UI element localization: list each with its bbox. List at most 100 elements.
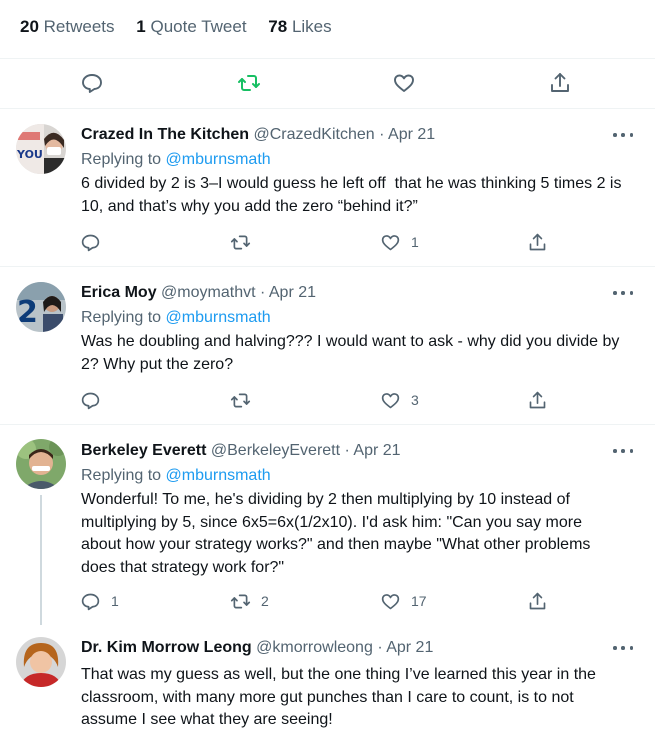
- avatar[interactable]: YOU: [16, 124, 66, 174]
- tweet-text: That was my guess as well, but the one t…: [81, 666, 601, 729]
- reply-icon: [82, 74, 102, 93]
- reply-icon: [81, 392, 100, 409]
- retweet-button[interactable]: [236, 70, 262, 96]
- separator-dot: ·: [379, 126, 385, 143]
- avatar[interactable]: [16, 439, 66, 489]
- avatar-image: [16, 439, 66, 489]
- thread-connector: [40, 495, 42, 625]
- retweet-button[interactable]: [230, 388, 261, 412]
- tweet-header: Dr. Kim Morrow Leong @kmorrowleong · Apr…: [81, 639, 433, 657]
- like-count: 3: [411, 392, 419, 408]
- retweets-stat[interactable]: 20 Retweets: [20, 17, 115, 37]
- share-button[interactable]: [527, 388, 548, 412]
- quotes-stat[interactable]: 1 Quote Tweet: [136, 17, 246, 37]
- retweet-icon: [230, 594, 251, 608]
- separator-dot: ·: [377, 639, 383, 656]
- display-name[interactable]: Dr. Kim Morrow Leong: [81, 639, 252, 656]
- replying-to: Replying to @mburnsmath: [81, 309, 271, 327]
- reply-button[interactable]: [79, 70, 105, 96]
- reply-icon: [81, 593, 100, 610]
- replying-to: Replying to @mburnsmath: [81, 151, 271, 169]
- likes-label: Likes: [291, 17, 332, 36]
- retweet-icon: [238, 75, 260, 91]
- avatar[interactable]: [16, 637, 66, 687]
- engagement-stats: 20 Retweets 1 Quote Tweet 78 Likes: [20, 17, 349, 37]
- retweet-button[interactable]: [230, 230, 261, 254]
- user-handle[interactable]: @BerkeleyEverett: [211, 442, 340, 459]
- reply-button[interactable]: [80, 230, 111, 254]
- replying-label: Replying to: [81, 151, 162, 168]
- share-icon: [529, 592, 546, 609]
- like-button[interactable]: 17: [380, 589, 427, 613]
- reply-tweet[interactable]: 2 Erica Moy @moymathvt · Apr 21 Replying…: [0, 267, 655, 423]
- like-button[interactable]: 3: [380, 388, 419, 412]
- share-button[interactable]: [547, 70, 573, 96]
- avatar-image: [16, 637, 66, 687]
- heart-icon: [381, 593, 400, 609]
- replying-to-link[interactable]: @mburnsmath: [166, 309, 271, 326]
- main-tweet-actions: [0, 59, 655, 107]
- reply-button[interactable]: 1: [80, 589, 119, 613]
- share-icon: [529, 233, 546, 250]
- heart-icon: [381, 234, 400, 250]
- reply-tweet[interactable]: YOU Crazed In The Kitchen @CrazedKitchen…: [0, 109, 655, 265]
- replying-label: Replying to: [81, 467, 162, 484]
- reply-tweet[interactable]: Berkeley Everett @BerkeleyEverett · Apr …: [0, 425, 655, 625]
- more-options-icon: [613, 133, 617, 137]
- tweet-text: 6 divided by 2 is 3–I would guess he lef…: [81, 175, 626, 215]
- likes-count: 78: [268, 17, 288, 36]
- like-button[interactable]: 1: [380, 230, 419, 254]
- avatar-image: YOU: [16, 124, 66, 174]
- like-button[interactable]: [391, 70, 417, 96]
- more-options-button[interactable]: [613, 130, 633, 140]
- share-button[interactable]: [527, 589, 548, 613]
- avatar[interactable]: 2: [16, 282, 66, 332]
- retweet-icon: [230, 393, 251, 407]
- heart-icon: [381, 392, 400, 408]
- reply-icon: [81, 234, 100, 251]
- like-count: 1: [411, 234, 419, 250]
- share-button[interactable]: [527, 230, 548, 254]
- reply-count: 1: [111, 593, 119, 609]
- retweet-count: 2: [261, 593, 269, 609]
- more-options-button[interactable]: [613, 643, 633, 653]
- display-name[interactable]: Crazed In The Kitchen: [81, 126, 249, 143]
- quotes-count: 1: [136, 17, 146, 36]
- tweet-header: Berkeley Everett @BerkeleyEverett · Apr …: [81, 442, 401, 460]
- replying-label: Replying to: [81, 309, 162, 326]
- more-options-icon: [613, 449, 617, 453]
- more-options-button[interactable]: [613, 446, 633, 456]
- display-name[interactable]: Berkeley Everett: [81, 442, 206, 459]
- user-handle[interactable]: @moymathvt: [161, 284, 255, 301]
- quotes-label: Quote Tweet: [150, 17, 247, 36]
- tweet-header: Erica Moy @moymathvt · Apr 21: [81, 284, 316, 302]
- more-options-icon: [613, 646, 617, 650]
- retweet-button[interactable]: 2: [230, 589, 269, 613]
- display-name[interactable]: Erica Moy: [81, 284, 157, 301]
- more-options-icon: [613, 291, 617, 295]
- tweet-date[interactable]: Apr 21: [269, 284, 316, 301]
- tweet-date[interactable]: Apr 21: [388, 126, 435, 143]
- user-handle[interactable]: @kmorrowleong: [256, 639, 373, 656]
- heart-icon: [394, 74, 414, 92]
- like-count: 17: [411, 593, 427, 609]
- share-icon: [551, 73, 569, 92]
- reply-button[interactable]: [80, 388, 111, 412]
- replying-to-link[interactable]: @mburnsmath: [166, 151, 271, 168]
- svg-text:YOU: YOU: [16, 148, 43, 161]
- replying-to-link[interactable]: @mburnsmath: [166, 467, 271, 484]
- tweet-date[interactable]: Apr 21: [386, 639, 433, 656]
- separator-dot: ·: [259, 284, 266, 301]
- tweet-header: Crazed In The Kitchen @CrazedKitchen · A…: [81, 126, 435, 144]
- replying-to: Replying to @mburnsmath: [81, 467, 271, 485]
- more-options-button[interactable]: [613, 288, 633, 298]
- likes-stat[interactable]: 78 Likes: [268, 17, 331, 37]
- reply-tweet[interactable]: Dr. Kim Morrow Leong @kmorrowleong · Apr…: [0, 625, 655, 740]
- retweet-icon: [230, 235, 251, 249]
- retweets-label: Retweets: [43, 17, 115, 36]
- tweet-date[interactable]: Apr 21: [353, 442, 400, 459]
- user-handle[interactable]: @CrazedKitchen: [253, 126, 374, 143]
- tweet-text: Wonderful! To me, he's dividing by 2 the…: [81, 491, 595, 577]
- retweets-count: 20: [20, 17, 39, 36]
- tweet-text: Was he doubling and halving??? I would w…: [81, 333, 624, 373]
